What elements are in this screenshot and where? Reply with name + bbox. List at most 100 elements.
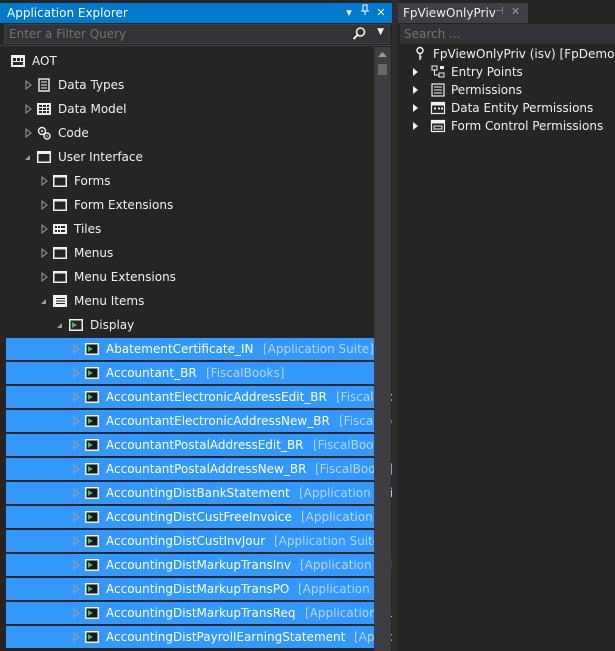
tree-item-display[interactable]: Display [6,314,374,336]
tab-fpviewonlypriv[interactable]: FpViewOnlyPriv ⊣ ✕ [398,3,528,23]
filter-query-input[interactable] [9,26,349,42]
designer-root-label: FpViewOnlyPriv (isv) [FpDemo] [433,47,615,61]
tree-item-accountingdistbankstatement[interactable]: AccountingDistBankStatement [Application … [6,482,392,504]
collapsed-arrow-icon[interactable] [39,223,49,235]
tree-item-data-types[interactable]: Data Types [6,74,374,96]
collapsed-arrow-icon[interactable] [39,247,49,259]
designer-node-permissions[interactable]: Permissions [398,81,615,99]
tree-item-code[interactable]: Code [6,122,374,144]
designer-node-data-entity-permissions[interactable]: Data Entity Permissions [398,99,615,117]
tab-close-icon[interactable]: ✕ [511,5,520,18]
tree-item-aot[interactable]: AOT [6,50,374,72]
tree-item-label: AccountingDistCustFreeInvoice [106,510,292,524]
scroll-up-icon[interactable] [377,51,388,58]
collapsed-arrow-icon[interactable] [71,607,81,619]
tree-item-data-model[interactable]: Data Model [6,98,374,120]
close-icon[interactable]: ✕ [373,4,389,20]
collapsed-arrow-icon[interactable] [71,487,81,499]
form-control-permissions-icon [430,118,446,134]
tree-item-accountingdistmarkuptransinv[interactable]: AccountingDistMarkupTransInv [Application… [6,554,392,576]
tree-item-accountantpostaladdressedit-br[interactable]: AccountantPostalAddressEdit_BR [FiscalBoo… [6,434,391,456]
tree-item-accountingdistcustinvjour[interactable]: AccountingDistCustInvJour [Application Su… [6,530,385,552]
tree-item-accountantpostaladdressnew-br[interactable]: AccountantPostalAddressNew_BR [FiscalBook… [6,458,392,480]
collapsed-arrow-icon[interactable] [39,271,49,283]
window-position-dropdown-icon[interactable]: ▾ [341,4,357,20]
designer-node-form-control-permissions[interactable]: Form Control Permissions [398,117,615,135]
menu-item-icon [84,341,100,357]
collapsed-arrow-icon[interactable] [23,127,33,139]
collapsed-arrow-icon[interactable] [23,79,33,91]
tree-item-accountingdistcustfreeinvoice[interactable]: AccountingDistCustFreeInvoice [Applicatio… [6,506,392,528]
data-entity-permissions-icon [430,100,446,116]
tiles-icon [52,221,68,237]
menu-items-icon [52,293,68,309]
entry-points-icon [430,64,446,80]
aot-icon [10,53,26,69]
collapsed-arrow-icon[interactable] [71,535,81,547]
menu-item-icon [84,557,100,573]
application-explorer-pane: Application Explorer ▾ ✕ ▼ AOTData Types… [0,0,392,651]
tree-item-forms[interactable]: Forms [6,170,374,192]
search-icon[interactable] [351,26,367,42]
expanded-arrow-icon[interactable] [23,151,33,163]
tree-item-user-interface[interactable]: User Interface [6,146,374,168]
tree-item-accountantelectronicaddressedit-br[interactable]: AccountantElectronicAddressEdit_BR [Fisca… [6,386,392,408]
menu-item-icon [84,509,100,525]
designer-search-input[interactable] [404,26,604,42]
collapsed-arrow-icon[interactable] [410,120,420,132]
collapsed-arrow-icon[interactable] [23,103,33,115]
tree-item-form-extensions[interactable]: Form Extensions [6,194,374,216]
collapsed-arrow-icon[interactable] [71,415,81,427]
collapsed-arrow-icon[interactable] [71,583,81,595]
collapsed-arrow-icon[interactable] [39,199,49,211]
tree-item-accountingdistmarkuptransreq[interactable]: AccountingDistMarkupTransReq [Application… [6,602,392,624]
tree-item-label: AccountingDistCustInvJour [106,534,266,548]
collapsed-arrow-icon[interactable] [71,463,81,475]
collapsed-arrow-icon[interactable] [71,511,81,523]
collapsed-arrow-icon[interactable] [410,84,420,96]
tree-item-menus[interactable]: Menus [6,242,374,264]
designer-root-node[interactable]: FpViewOnlyPriv (isv) [FpDemo] [398,45,615,63]
tree-item-model-tag: [Application Suite] [274,534,385,548]
collapsed-arrow-icon[interactable] [71,367,81,379]
collapsed-arrow-icon[interactable] [39,175,49,187]
collapsed-arrow-icon[interactable] [71,631,81,643]
key-icon [412,46,428,62]
vertical-scrollbar[interactable] [374,47,391,651]
collapsed-arrow-icon[interactable] [410,66,420,78]
tree-item-label: AccountantPostalAddressEdit_BR [106,438,304,452]
expanded-arrow-icon[interactable] [55,319,65,331]
expanded-arrow-icon[interactable] [39,295,49,307]
tree-item-menu-items[interactable]: Menu Items [6,290,374,312]
menu-item-icon [84,437,100,453]
filter-query-box[interactable]: ▼ [4,24,390,44]
collapsed-arrow-icon[interactable] [71,439,81,451]
display-icon [68,317,84,333]
tree-item-menu-extensions[interactable]: Menu Extensions [6,266,374,288]
tree-item-accountingdistpayrollearningstatement[interactable]: AccountingDistPayrollEarningStatement [Ap… [6,626,392,648]
menu-item-icon [84,389,100,405]
collapsed-arrow-icon[interactable] [71,391,81,403]
tree-item-label: AccountantPostalAddressNew_BR [106,462,307,476]
tree-item-label: Tiles [74,222,102,236]
tree-item-label: AccountingDistMarkupTransInv [106,558,291,572]
tree-item-label: Forms [74,174,111,188]
menu-item-icon [84,413,100,429]
scrollbar-thumb[interactable] [378,64,387,75]
designer-node-entry-points[interactable]: Entry Points [398,63,615,81]
tree-item-tiles[interactable]: Tiles [6,218,374,240]
tree-item-label: Menus [74,246,114,260]
pin-icon[interactable] [357,4,373,20]
designer-node-label: Entry Points [451,65,523,79]
tree-item-abatementcertificate-in[interactable]: AbatementCertificate_IN [Application Suit… [6,338,374,360]
designer-search-box[interactable] [400,24,615,44]
tree-item-accountingdistmarkuptranspo[interactable]: AccountingDistMarkupTransPO [Application … [6,578,392,600]
tree-item-accountant-br[interactable]: Accountant_BR [FiscalBooks] [6,362,374,384]
collapsed-arrow-icon[interactable] [71,559,81,571]
collapsed-arrow-icon[interactable] [410,102,420,114]
tree-item-label: User Interface [58,150,143,164]
filter-dropdown-icon[interactable]: ▼ [377,27,384,37]
collapsed-arrow-icon[interactable] [71,343,81,355]
tab-pin-icon[interactable]: ⊣ [495,6,504,17]
tree-item-accountantelectronicaddressnew-br[interactable]: AccountantElectronicAddressNew_BR[Fiscal… [6,410,392,432]
